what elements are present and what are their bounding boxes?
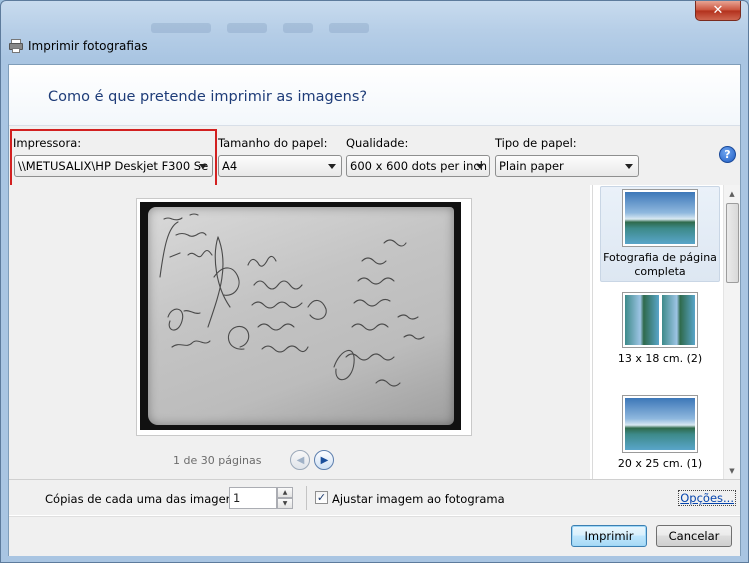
stepper-down-icon[interactable]: ▼ — [277, 498, 293, 509]
paper-type-select[interactable]: Plain paper — [495, 155, 639, 177]
paper-size-label: Tamanho do papel: — [218, 136, 328, 150]
page-indicator: 1 de 30 páginas — [173, 453, 262, 467]
layout-list: Fotografia de página completa 13 x 18 cm… — [592, 185, 740, 479]
next-page-button[interactable]: ▶ — [314, 450, 335, 470]
layout-label: 13 x 18 cm. (2) — [617, 352, 703, 365]
layout-label: Fotografia de página completa — [603, 251, 717, 278]
scrollbar-thumb[interactable] — [726, 203, 739, 283]
quality-select[interactable]: 600 x 600 dots per inch — [346, 155, 490, 177]
chevron-down-icon — [199, 164, 207, 169]
copies-label: Cópias de cada uma das imagens: — [45, 492, 243, 506]
dialog-button-bar: Imprimir Cancelar — [9, 516, 740, 556]
landscape-photo-icon — [622, 395, 698, 453]
paper-type-label: Tipo de papel: — [495, 136, 577, 150]
window-close-button[interactable]: ✕ — [695, 1, 741, 21]
landscape-photo-icon — [622, 189, 698, 247]
quality-label: Qualidade: — [346, 136, 409, 150]
stepper-up-icon[interactable]: ▲ — [277, 487, 293, 498]
page-navigator: 1 de 30 páginas ◀ ▶ — [173, 450, 335, 470]
paper-type-value: Plain paper — [499, 159, 564, 173]
help-icon[interactable]: ? — [719, 146, 736, 163]
window-title: Imprimir fotografias — [28, 39, 148, 53]
layout-item-13x18[interactable]: 13 x 18 cm. (2) — [600, 292, 720, 372]
divider — [306, 486, 307, 510]
page-title: Como é que pretende imprimir as imagens? — [48, 89, 368, 105]
scroll-up-icon[interactable]: ▲ — [724, 185, 740, 202]
chevron-down-icon — [476, 164, 484, 169]
manuscript-page — [148, 207, 454, 425]
copies-input[interactable]: 1 — [229, 487, 277, 509]
printer-label: Impressora: — [13, 136, 82, 150]
background-menu-ghost — [151, 23, 391, 35]
print-pictures-window: ✕ Imprimir fotografias Como é que preten… — [0, 0, 749, 563]
preview-frame — [136, 198, 472, 436]
layout-item-full-page[interactable]: Fotografia de página completa — [600, 186, 720, 282]
quality-value: 600 x 600 dots per inch — [350, 159, 488, 173]
printer-select[interactable]: \\METUSALIX\HP Deskjet F300 Se — [14, 155, 213, 177]
layout-item-20x25[interactable]: 20 x 25 cm. (1) — [600, 395, 720, 475]
options-link[interactable]: Opções... — [678, 490, 736, 506]
printer-select-value: \\METUSALIX\HP Deskjet F300 Se — [18, 159, 209, 173]
cancel-button[interactable]: Cancelar — [656, 525, 732, 547]
chevron-down-icon — [625, 164, 633, 169]
printer-icon — [9, 39, 23, 53]
fit-picture-checkbox[interactable]: ✓ — [315, 491, 328, 504]
print-button[interactable]: Imprimir — [571, 525, 647, 547]
layout-list-scrollbar[interactable]: ▲ ▼ — [723, 185, 740, 479]
copies-options-bar: Cópias de cada uma das imagens: 1 ▲ ▼ ✓ … — [9, 479, 740, 515]
scroll-down-icon[interactable]: ▼ — [724, 462, 740, 479]
document-preview-image — [140, 202, 461, 430]
paper-size-select[interactable]: A4 — [218, 155, 342, 177]
arrow-right-icon: ▶ — [320, 454, 329, 466]
previous-page-button[interactable]: ◀ — [290, 450, 311, 470]
print-settings-bar: Impressora: \\METUSALIX\HP Deskjet F300 … — [9, 125, 740, 187]
copies-stepper[interactable]: ▲ ▼ — [277, 487, 293, 509]
chevron-down-icon — [328, 164, 336, 169]
arrow-left-icon: ◀ — [296, 454, 305, 466]
paper-size-value: A4 — [222, 159, 238, 173]
dialog-client-area: Como é que pretende imprimir as imagens?… — [8, 64, 741, 556]
help-icon-glyph: ? — [724, 148, 731, 161]
close-icon: ✕ — [712, 3, 724, 18]
preview-area: 1 de 30 páginas ◀ ▶ — [9, 185, 590, 479]
header-band: Como é que pretende imprimir as imagens? — [9, 65, 740, 125]
title-row: Imprimir fotografias — [9, 37, 148, 55]
two-photos-icon — [622, 292, 698, 348]
layout-label: 20 x 25 cm. (1) — [617, 457, 703, 470]
fit-picture-label[interactable]: Ajustar imagem ao fotograma — [332, 492, 505, 506]
